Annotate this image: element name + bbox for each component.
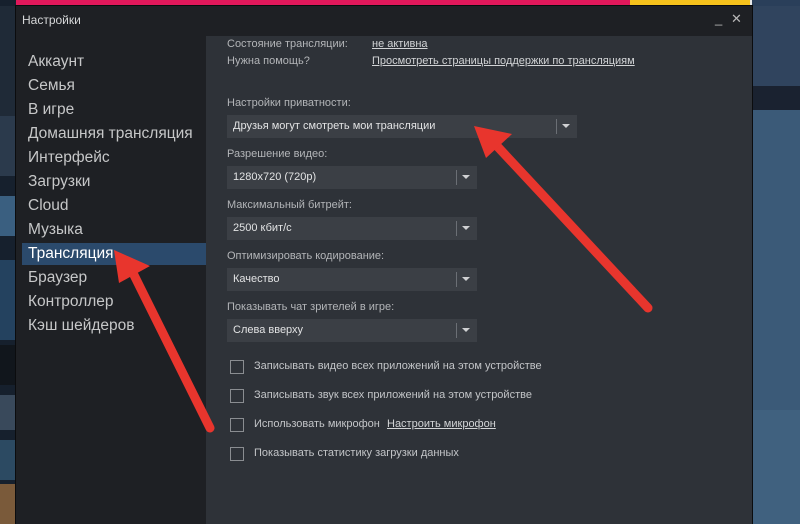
record-audio-label[interactable]: Записывать звук всех приложений на этом … — [254, 389, 532, 401]
optimize-encoding-dropdown[interactable]: Качество — [227, 268, 477, 291]
chevron-down-icon — [462, 175, 470, 179]
background-app-right-edge — [752, 0, 800, 524]
window-title: Настройки — [22, 13, 81, 27]
video-resolution-label: Разрешение видео: — [227, 148, 328, 160]
sidebar-item-broadcasting[interactable]: Трансляция — [22, 243, 206, 265]
background-app-left-edge — [0, 0, 16, 524]
support-pages-link[interactable]: Просмотреть страницы поддержки по трансл… — [372, 55, 635, 67]
viewer-chat-value: Слева вверху — [233, 324, 304, 336]
viewer-chat-label: Показывать чат зрителей в игре: — [227, 301, 395, 313]
dropdown-separator — [456, 170, 457, 185]
privacy-settings-value: Друзья могут смотреть мои трансляции — [233, 120, 436, 132]
record-video-label[interactable]: Записывать видео всех приложений на этом… — [254, 360, 542, 372]
sidebar-item-cloud[interactable]: Cloud — [22, 195, 206, 217]
broadcast-status-value[interactable]: не активна — [372, 38, 428, 50]
sidebar-item-family[interactable]: Семья — [22, 75, 206, 97]
sidebar-item-in-game[interactable]: В игре — [22, 99, 206, 121]
help-label: Нужна помощь? — [227, 55, 310, 67]
upload-stats-option: Показывать статистику загрузки данных — [230, 447, 730, 463]
privacy-settings-dropdown[interactable]: Друзья могут смотреть мои трансляции — [227, 115, 577, 138]
configure-microphone-link[interactable]: Настроить микрофон — [387, 418, 496, 430]
title-bar[interactable]: Настройки _ ✕ — [16, 6, 752, 36]
sidebar-item-browser[interactable]: Браузер — [22, 267, 206, 289]
settings-window: Настройки _ ✕ Аккаунт Семья В игре Домаш… — [16, 6, 752, 524]
record-video-checkbox[interactable] — [230, 360, 244, 374]
dropdown-separator — [556, 119, 557, 134]
dropdown-separator — [456, 272, 457, 287]
sidebar-item-remote-play[interactable]: Домашняя трансляция — [22, 123, 206, 145]
minimize-icon[interactable]: _ — [715, 11, 722, 27]
privacy-settings-label: Настройки приватности: — [227, 97, 351, 109]
viewer-chat-dropdown[interactable]: Слева вверху — [227, 319, 477, 342]
optimize-encoding-value: Качество — [233, 273, 280, 285]
sidebar-item-shader-cache[interactable]: Кэш шейдеров — [22, 315, 206, 337]
dropdown-separator — [456, 323, 457, 338]
chevron-down-icon — [462, 277, 470, 281]
chevron-down-icon — [562, 124, 570, 128]
sidebar-item-controller[interactable]: Контроллер — [22, 291, 206, 313]
chevron-down-icon — [462, 328, 470, 332]
optimize-encoding-label: Оптимизировать кодирование: — [227, 250, 385, 262]
sidebar-item-downloads[interactable]: Загрузки — [22, 171, 206, 193]
record-audio-checkbox[interactable] — [230, 389, 244, 403]
sidebar-item-music[interactable]: Музыка — [22, 219, 206, 241]
use-microphone-checkbox[interactable] — [230, 418, 244, 432]
record-video-option: Записывать видео всех приложений на этом… — [230, 360, 730, 376]
close-icon[interactable]: ✕ — [731, 11, 742, 27]
broadcast-settings-panel: Состояние трансляции: не активна Нужна п… — [206, 36, 752, 524]
dropdown-separator — [456, 221, 457, 236]
max-bitrate-label: Максимальный битрейт: — [227, 199, 352, 211]
upload-stats-label[interactable]: Показывать статистику загрузки данных — [254, 447, 459, 459]
sidebar-item-account[interactable]: Аккаунт — [22, 51, 206, 73]
chevron-down-icon — [462, 226, 470, 230]
use-microphone-option: Использовать микрофон Настроить микрофон — [230, 418, 730, 434]
settings-sidebar: Аккаунт Семья В игре Домашняя трансляция… — [16, 36, 206, 524]
broadcast-status-label: Состояние трансляции: — [227, 38, 348, 50]
upload-stats-checkbox[interactable] — [230, 447, 244, 461]
record-audio-option: Записывать звук всех приложений на этом … — [230, 389, 730, 405]
video-resolution-dropdown[interactable]: 1280x720 (720p) — [227, 166, 477, 189]
max-bitrate-value: 2500 кбит/с — [233, 222, 292, 234]
max-bitrate-dropdown[interactable]: 2500 кбит/с — [227, 217, 477, 240]
sidebar-item-interface[interactable]: Интерфейс — [22, 147, 206, 169]
video-resolution-value: 1280x720 (720p) — [233, 171, 317, 183]
use-microphone-label[interactable]: Использовать микрофон — [254, 418, 380, 430]
